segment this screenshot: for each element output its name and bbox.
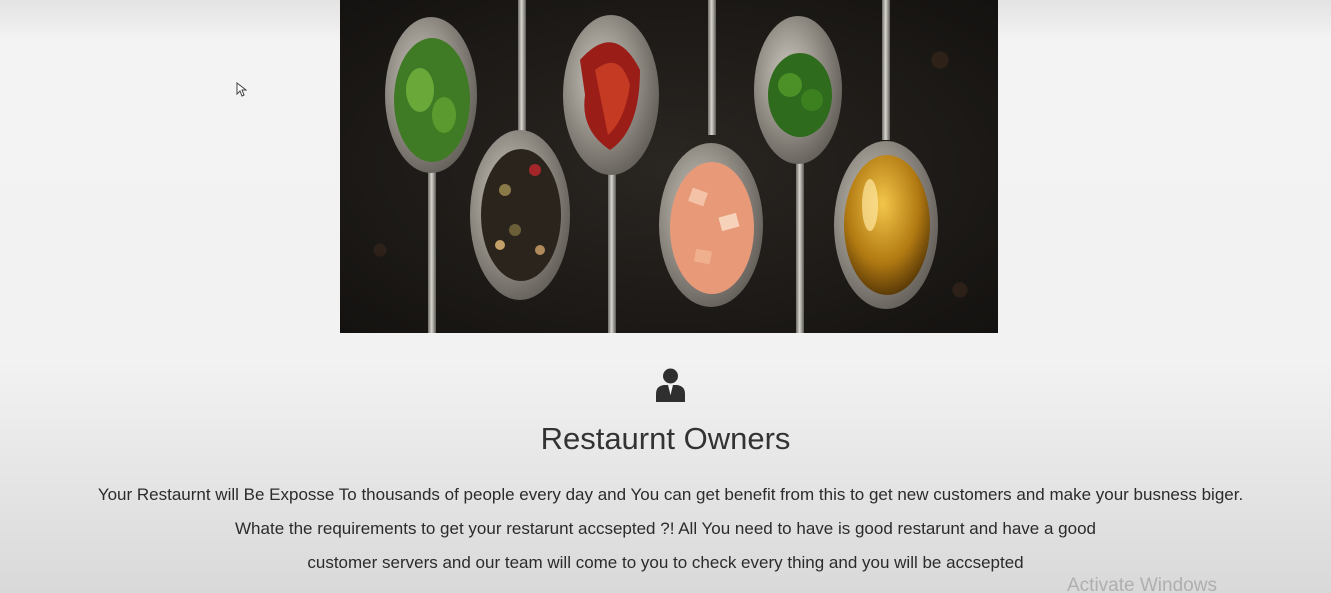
spoon-oil — [834, 0, 938, 309]
spoon-peppercorns — [470, 0, 570, 300]
person-icon — [656, 368, 685, 402]
spices-spoons-illustration — [385, 0, 938, 333]
mouse-pointer-icon — [236, 82, 247, 97]
spoon-herbs — [385, 17, 477, 333]
spoon-parsley — [754, 16, 842, 333]
spoon-chili — [563, 15, 659, 333]
description-line-1: Your Restaurnt will Be Exposse To thousa… — [97, 485, 1244, 504]
spoon-salt — [659, 0, 763, 307]
description-line-2: Whate the requirements to get your resta… — [235, 519, 1096, 538]
hero-image — [340, 0, 998, 333]
description-line-3: customer servers and our team will come … — [307, 553, 1024, 572]
section-title: Restaurnt Owners — [540, 421, 791, 456]
activate-windows-watermark: Activate Windows — [1067, 575, 1217, 593]
